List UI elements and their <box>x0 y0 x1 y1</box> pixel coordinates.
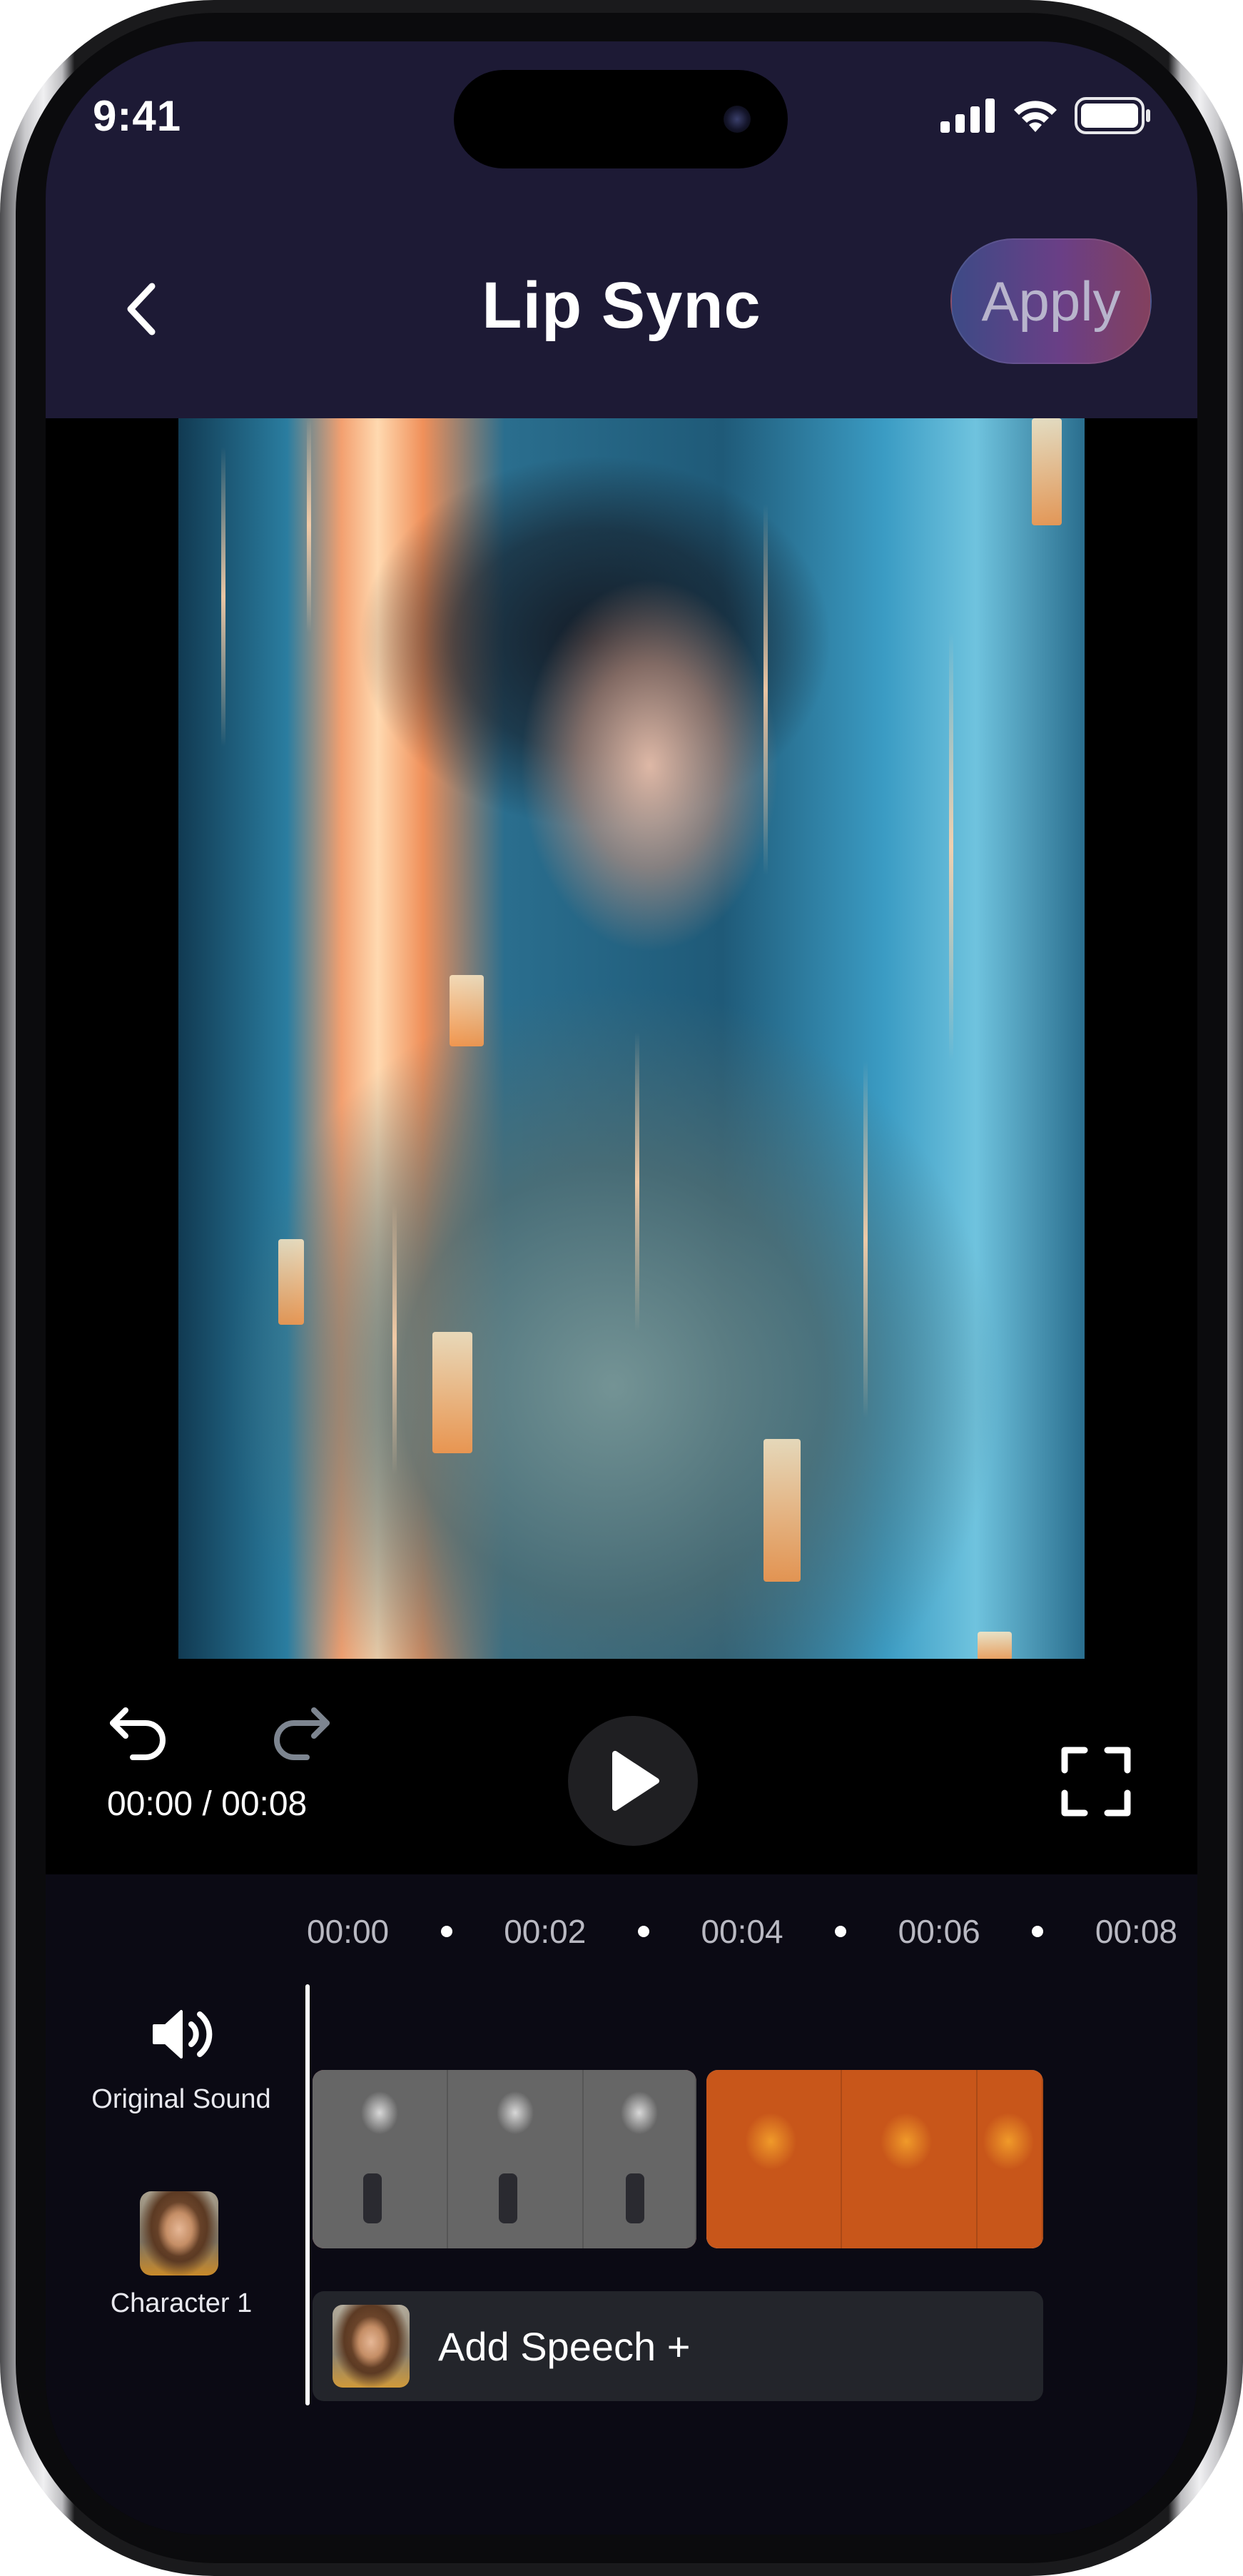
timecode: 00:00 / 00:08 <box>107 1785 308 1823</box>
timeline-playhead[interactable] <box>305 1984 310 2405</box>
camera-lens-icon <box>724 106 751 133</box>
play-icon <box>612 1751 659 1811</box>
timeline-ruler: 00:00 00:02 00:04 00:06 00:08 <box>307 1903 1177 1960</box>
ruler-dot <box>835 1926 847 1937</box>
character-label: Character 1 <box>110 2288 253 2318</box>
redo-button[interactable] <box>267 1694 335 1763</box>
add-speech-label: Add Speech + <box>438 2323 691 2369</box>
clip-thumbnail <box>842 2070 978 2248</box>
status-time: 9:41 <box>93 92 182 140</box>
dynamic-island <box>454 70 788 168</box>
add-speech-button[interactable]: Add Speech + <box>313 2291 1043 2401</box>
wifi-icon <box>1014 101 1057 132</box>
original-sound-label: Original Sound <box>91 2084 271 2114</box>
ruler-label: 00:02 <box>504 1913 587 1950</box>
clip-thumbnail <box>706 2070 842 2248</box>
app-screen: 9:41 Lip Sync Apply 00:00 / 00:08 00:00 … <box>46 41 1197 2535</box>
clip-thumbnail <box>584 2070 696 2248</box>
fullscreen-icon <box>1061 1747 1131 1817</box>
phone-frame: 9:41 Lip Sync Apply 00:00 / 00:08 00:00 … <box>0 0 1243 2576</box>
battery-icon <box>1075 97 1150 134</box>
status-icons <box>940 96 1152 136</box>
ruler-label: 00:06 <box>898 1913 980 1950</box>
ruler-label: 00:00 <box>307 1913 390 1950</box>
ruler-label: 00:08 <box>1095 1913 1177 1950</box>
character-avatar <box>333 2305 410 2388</box>
play-button[interactable] <box>568 1716 698 1846</box>
cellular-signal-icon <box>940 99 995 133</box>
video-clip-snowboard[interactable] <box>313 2070 696 2248</box>
clip-thumbnail <box>313 2070 448 2248</box>
undo-icon <box>110 1707 166 1760</box>
character-avatar[interactable] <box>140 2191 218 2276</box>
ruler-label: 00:04 <box>701 1913 783 1950</box>
preview-area: 00:00 / 00:08 <box>46 418 1197 1874</box>
redo-icon <box>274 1707 330 1760</box>
top-bar: 9:41 Lip Sync Apply <box>46 41 1197 418</box>
video-preview[interactable] <box>178 418 1085 1659</box>
playback-controls: 00:00 / 00:08 <box>46 1659 1197 1874</box>
timeline-panel: 00:00 00:02 00:04 00:06 00:08 Original S… <box>46 1874 1197 2535</box>
apply-button[interactable]: Apply <box>950 238 1152 364</box>
ruler-dot <box>1032 1926 1044 1937</box>
ruler-dot <box>637 1926 649 1937</box>
undo-button[interactable] <box>104 1694 173 1763</box>
ruler-dot <box>440 1926 452 1937</box>
speaker-icon <box>153 2010 213 2059</box>
clip-thumbnail <box>978 2070 1043 2248</box>
fullscreen-button[interactable] <box>1059 1744 1133 1819</box>
original-sound-toggle[interactable] <box>150 2006 215 2063</box>
video-clip-ski-jump[interactable] <box>706 2070 1043 2248</box>
clip-thumbnail <box>448 2070 584 2248</box>
